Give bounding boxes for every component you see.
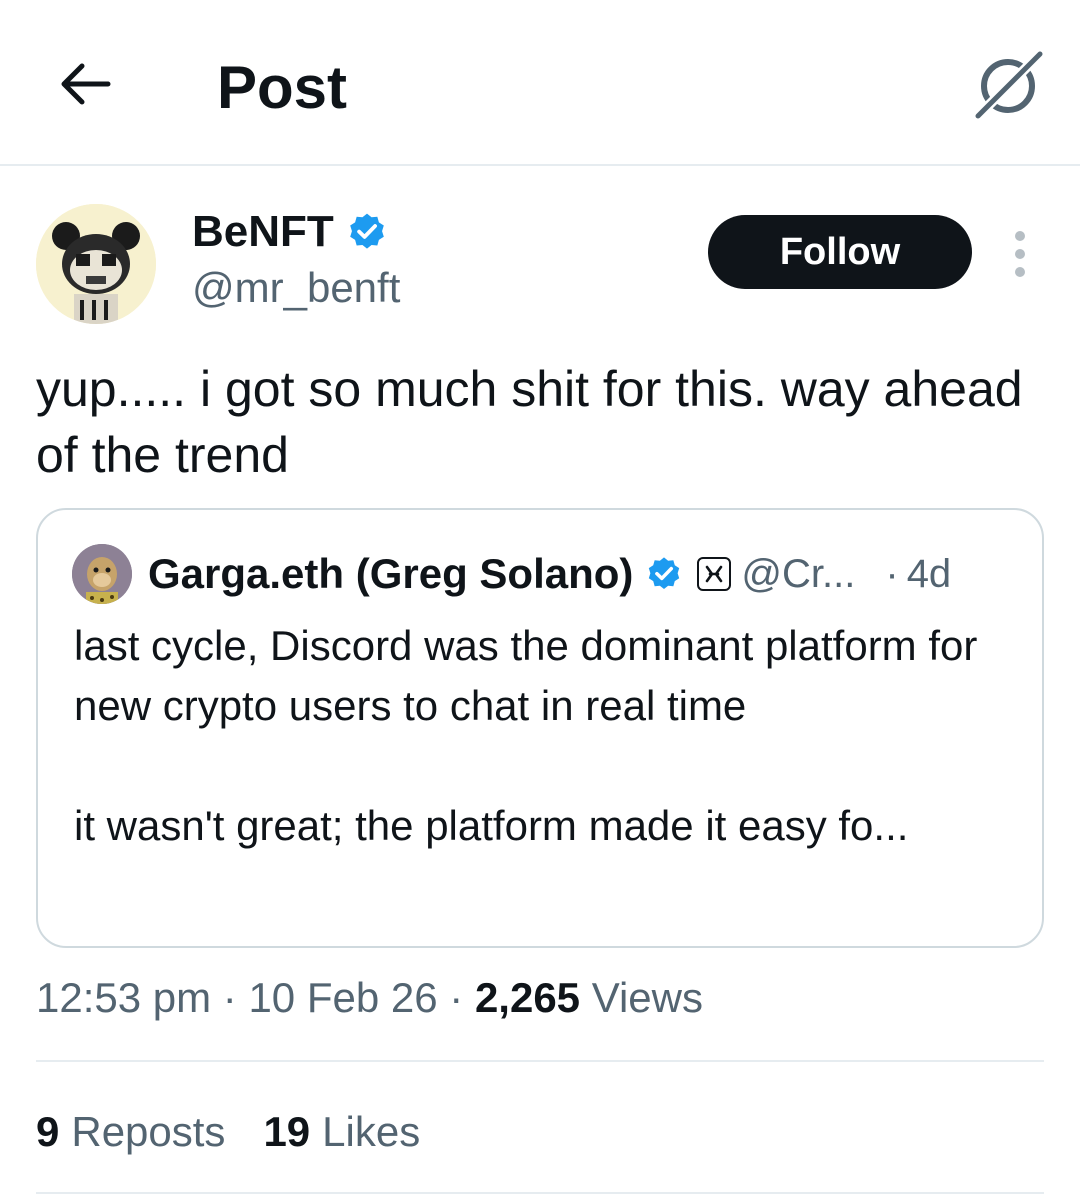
post-meta: 12:53 pm · 10 Feb 26 · 2,265 Views [36,970,703,1026]
divider [36,1060,1044,1062]
likes-count: 19 [263,1108,311,1155]
separator-dot: · [211,974,249,1021]
post-stats: 9 Reposts 19 Likes [36,1104,458,1160]
affiliate-badge-icon [697,557,732,591]
quoted-post-paragraph: last cycle, Discord was the dominant pla… [74,622,978,729]
views-label: Views [591,974,703,1021]
likes-stat[interactable]: 19 Likes [263,1104,420,1160]
author-name: BeNFT [192,207,334,256]
quoted-author-name: Garga.eth (Greg Solano) [148,550,634,597]
follow-button[interactable]: Follow [708,215,972,289]
quoted-post-time: 4d [906,551,952,596]
top-app-bar: Post [0,0,1080,166]
quoted-post-paragraph: it wasn't great; the platform made it ea… [74,802,909,849]
reposts-label: Reposts [71,1108,226,1155]
quoted-post-card[interactable]: Garga.eth (Greg Solano) @Cr... · 4d last… [36,508,1044,948]
author-name-row[interactable]: BeNFT [192,204,388,260]
more-vertical-icon [1015,231,1025,241]
arrow-left-icon [61,63,111,105]
author-handle[interactable]: @mr_benft [192,262,400,314]
grok-button[interactable] [968,48,1048,124]
divider [36,1192,1044,1194]
quoted-post-header: Garga.eth (Greg Solano) @Cr... · 4d [148,546,1018,602]
grok-icon [971,50,1045,122]
post-text: yup..... i got so much shit for this. wa… [36,361,1023,483]
separator-dot: · [885,551,899,596]
quoted-post-text: last cycle, Discord was the dominant pla… [74,616,1014,856]
quoted-author-handle: @Cr... [741,551,856,596]
post-page: Post BeNFT @mr_benft Follow yup..... i g… [0,0,1080,1200]
verified-badge-icon [649,557,680,590]
views-count: 2,265 [474,974,581,1021]
back-button[interactable] [52,54,116,114]
likes-label: Likes [322,1108,421,1155]
page-title: Post [217,54,348,121]
post-date: 10 Feb 26 [248,974,438,1021]
more-options-button[interactable] [1000,226,1040,282]
author-avatar[interactable] [36,204,156,324]
separator-dot: · [437,974,475,1021]
reposts-count: 9 [36,1108,60,1155]
quoted-author-avatar [72,544,132,604]
verified-badge-icon [349,213,384,249]
post-time: 12:53 pm [36,974,212,1021]
reposts-stat[interactable]: 9 Reposts [36,1104,225,1160]
